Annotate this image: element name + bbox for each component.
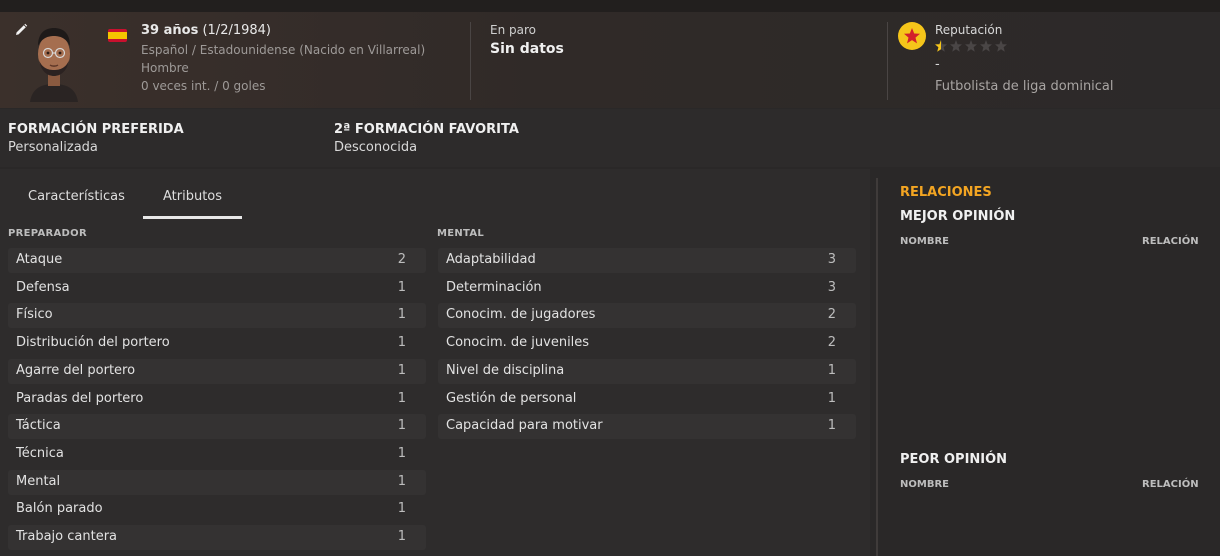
contract-status-label: En paro (490, 23, 536, 37)
age-label: 39 años (141, 23, 199, 38)
attribute-row[interactable]: Agarre del portero 1 (8, 358, 426, 384)
attribute-row[interactable]: Trabajo cantera 1 (8, 525, 426, 550)
attribute-row[interactable]: Distribución del portero 1 (8, 331, 426, 357)
mental-section-title: MENTAL (437, 228, 485, 239)
spain-flag-icon (108, 29, 127, 42)
top-strip (0, 0, 1220, 12)
gender: Hombre (141, 61, 189, 75)
attribute-value: 1 (397, 279, 406, 295)
reputation-star-icon (935, 40, 947, 52)
attribute-value: 1 (827, 362, 836, 378)
worst-opinion-name-header[interactable]: NOMBRE (900, 479, 949, 490)
attribute-value: 1 (827, 418, 836, 434)
attribute-name: Balón parado (16, 501, 103, 517)
profile-card: 39 años (1/2/1984) Español / Estadounide… (0, 12, 1220, 108)
attribute-value: 1 (397, 307, 406, 323)
nationality: Español / Estadounidense (Nacido en Vill… (141, 43, 426, 57)
age-and-birthdate: 39 años (1/2/1984) (141, 23, 271, 38)
attribute-name: Táctica (16, 418, 61, 434)
preferred-formation-title: FORMACIÓN PREFERIDA (8, 122, 184, 137)
active-tab-indicator (143, 216, 242, 219)
attribute-row[interactable]: Técnica 1 (8, 441, 426, 467)
attribute-value: 2 (397, 252, 406, 267)
attribute-row[interactable]: Mental 1 (8, 469, 426, 495)
tab-atributos[interactable]: Atributos (163, 189, 222, 204)
attribute-value: 3 (827, 279, 836, 295)
attribute-row[interactable]: Nivel de disciplina 1 (438, 358, 856, 384)
attribute-value: 1 (397, 501, 406, 517)
attribute-value: 3 (827, 252, 836, 267)
reputation-star-icon (965, 40, 977, 52)
attribute-name: Nivel de disciplina (446, 362, 565, 378)
attribute-row[interactable]: Conocim. de juveniles 2 (438, 331, 856, 357)
attribute-row[interactable]: Balón parado 1 (8, 497, 426, 523)
attribute-value: 2 (827, 307, 836, 323)
panel-divider (876, 178, 878, 556)
attribute-value: 1 (397, 335, 406, 351)
attribute-value: 1 (397, 529, 406, 544)
second-formation-title: 2ª FORMACIÓN FAVORITA (334, 122, 519, 137)
formation-section: FORMACIÓN PREFERIDA Personalizada 2ª FOR… (0, 109, 1220, 167)
reputation-value: - (935, 57, 940, 72)
best-opinion-relation-header[interactable]: RELACIÓN (1142, 236, 1199, 247)
attribute-value: 1 (397, 390, 406, 406)
relations-title: RELACIONES (900, 185, 992, 200)
reputation-star-icon (980, 40, 992, 52)
profile-divider (887, 22, 888, 100)
attribute-name: Conocim. de jugadores (446, 307, 596, 323)
preferred-formation-value: Personalizada (8, 140, 98, 155)
coach-section-title: PREPARADOR (8, 228, 87, 239)
attribute-value: 1 (397, 445, 406, 461)
profile-divider (470, 22, 471, 100)
attribute-row[interactable]: Físico 1 (8, 303, 426, 329)
attribute-row[interactable]: Táctica 1 (8, 414, 426, 440)
reputation-description: Futbolista de liga dominical (935, 79, 1114, 94)
attribute-row[interactable]: Gestión de personal 1 (438, 386, 856, 412)
attribute-name: Paradas del portero (16, 390, 144, 406)
international-caps: 0 veces int. / 0 goles (141, 79, 266, 93)
attribute-name: Trabajo cantera (16, 529, 118, 544)
attribute-name: Físico (16, 307, 53, 323)
attribute-value: 1 (827, 390, 836, 406)
reputation-label: Reputación (935, 23, 1003, 37)
attribute-name: Capacidad para motivar (446, 418, 603, 434)
second-formation-value: Desconocida (334, 140, 418, 155)
reputation-star-icon (950, 40, 962, 52)
attribute-row[interactable]: Determinación 3 (438, 275, 856, 301)
reputation-stars (935, 40, 1007, 52)
attribute-name: Determinación (446, 279, 542, 295)
worst-opinion-title: PEOR OPINIÓN (900, 452, 1008, 467)
attribute-row[interactable]: Ataque 2 (8, 248, 426, 273)
attribute-row[interactable]: Capacidad para motivar 1 (438, 414, 856, 440)
staff-avatar (30, 28, 78, 102)
attribute-value: 1 (397, 418, 406, 434)
attribute-row[interactable]: Paradas del portero 1 (8, 386, 426, 412)
attribute-name: Ataque (16, 252, 63, 267)
attribute-name: Conocim. de juveniles (446, 335, 590, 351)
tab-caracteristicas[interactable]: Características (28, 189, 125, 204)
birth-date: (1/2/1984) (202, 23, 271, 38)
attributes-panel: Características Atributos PREPARADOR MEN… (0, 169, 870, 556)
attribute-name: Gestión de personal (446, 390, 577, 406)
best-opinion-title: MEJOR OPINIÓN (900, 209, 1016, 224)
attribute-value: 2 (827, 335, 836, 351)
attribute-row[interactable]: Adaptabilidad 3 (438, 248, 856, 273)
worst-opinion-relation-header[interactable]: RELACIÓN (1142, 479, 1199, 490)
reputation-badge-icon (898, 22, 926, 50)
attribute-name: Agarre del portero (16, 362, 136, 378)
contract-status-value: Sin datos (490, 41, 564, 57)
attribute-row[interactable]: Defensa 1 (8, 275, 426, 301)
attribute-row[interactable]: Conocim. de jugadores 2 (438, 303, 856, 329)
reputation-star-icon (995, 40, 1007, 52)
attribute-name: Defensa (16, 279, 70, 295)
attribute-value: 1 (397, 473, 406, 489)
attribute-name: Adaptabilidad (446, 252, 536, 267)
best-opinion-name-header[interactable]: NOMBRE (900, 236, 949, 247)
attribute-name: Distribución del portero (16, 335, 170, 351)
attribute-name: Mental (16, 473, 61, 489)
attribute-name: Técnica (16, 445, 64, 461)
attribute-value: 1 (397, 362, 406, 378)
